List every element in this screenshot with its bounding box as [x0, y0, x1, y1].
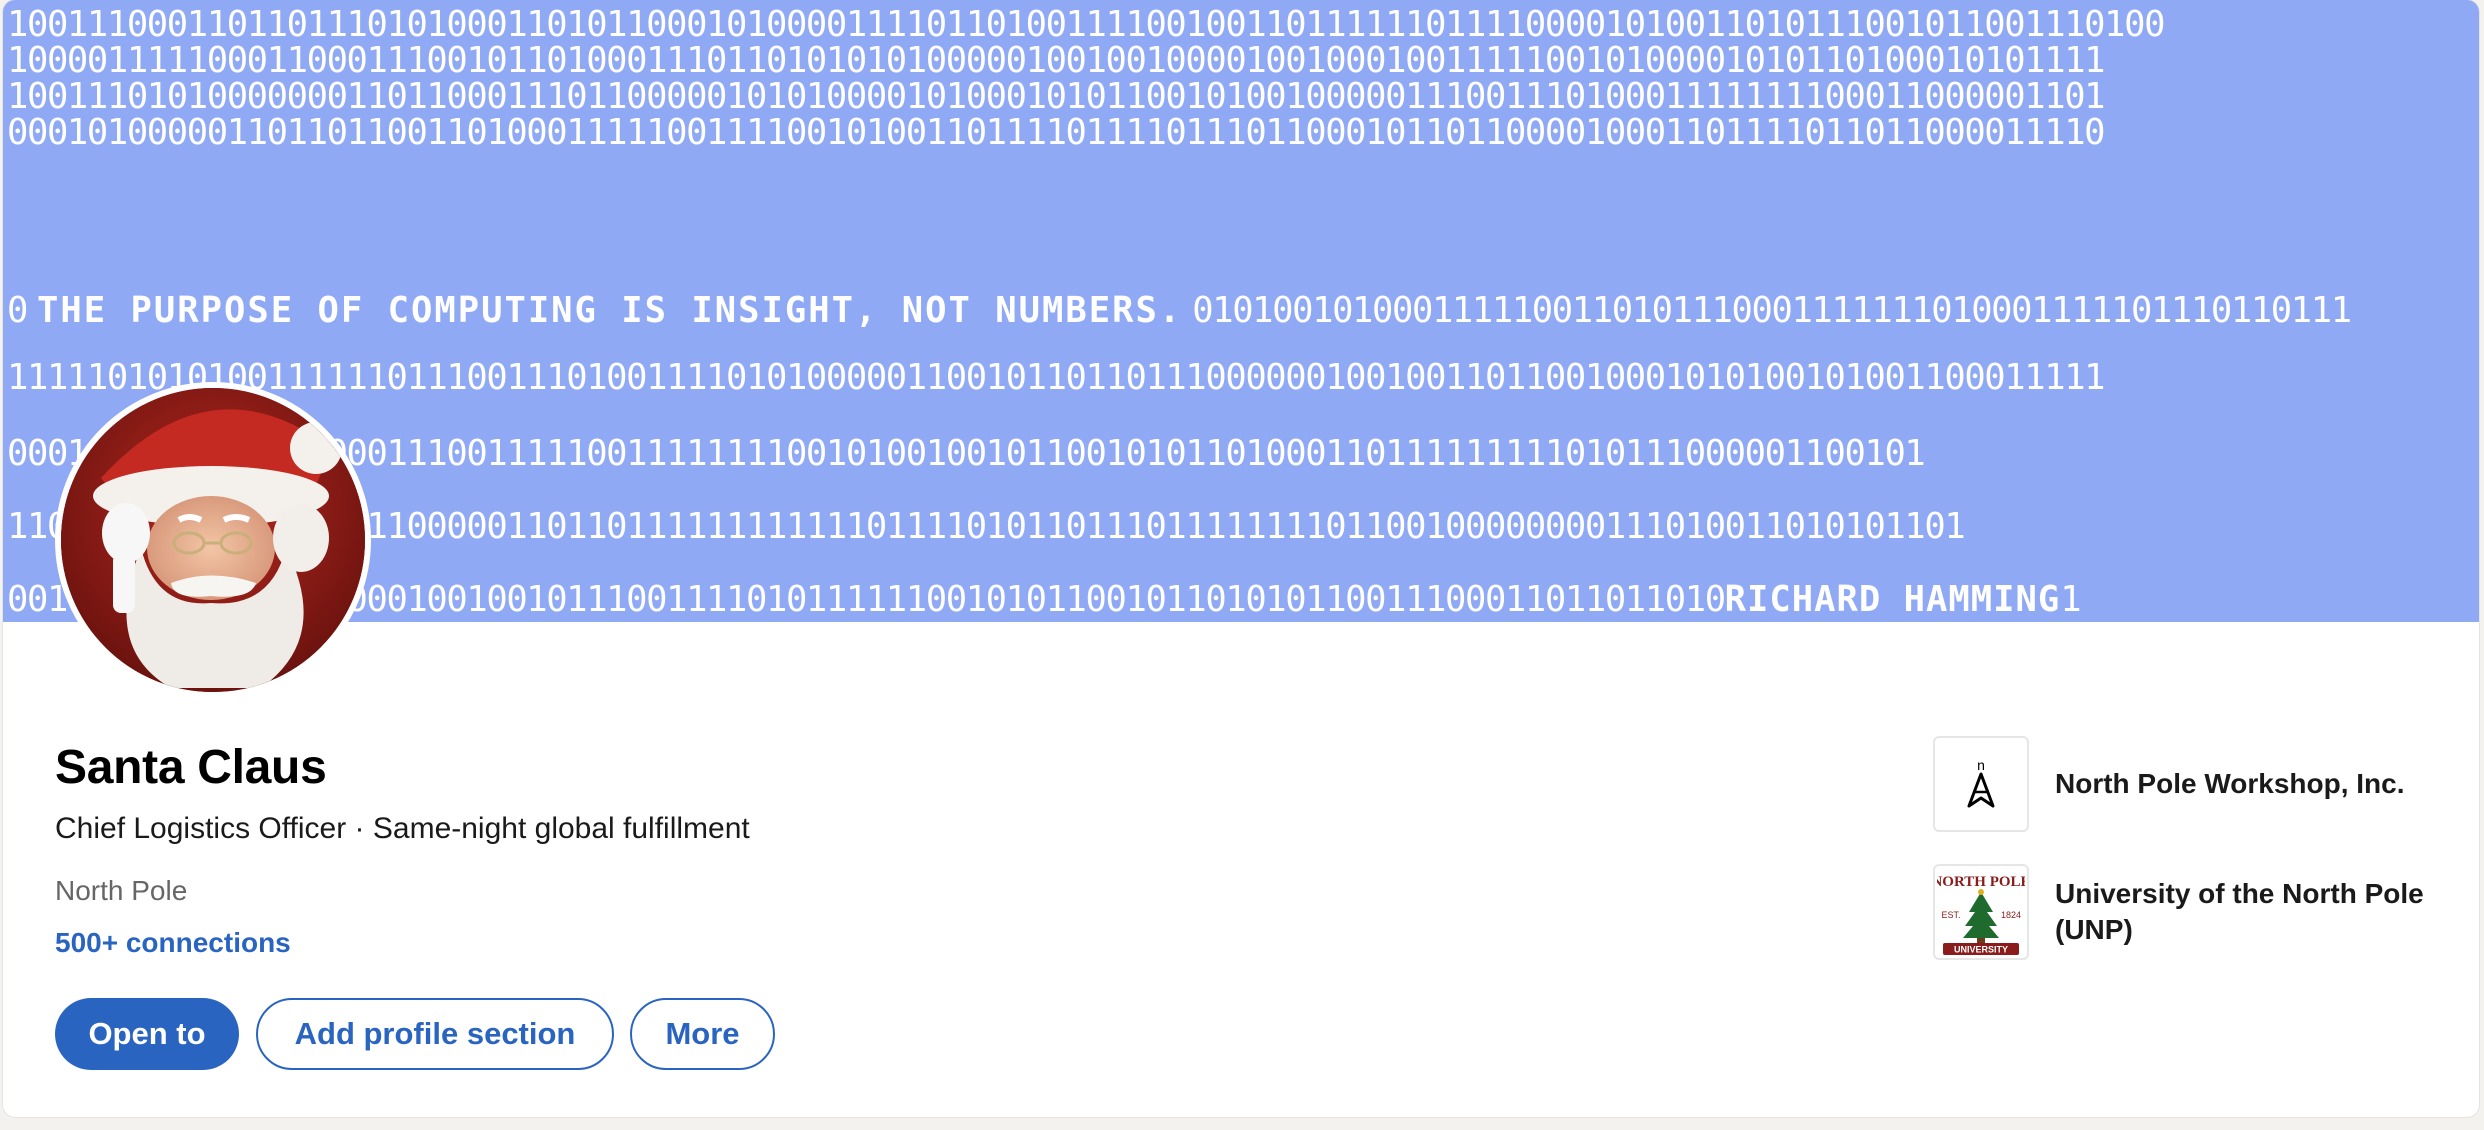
company-logo: n: [1933, 736, 2029, 832]
profile-avatar[interactable]: [55, 382, 371, 698]
profile-name: Santa Claus: [55, 741, 327, 794]
svg-text:1824: 1824: [2001, 910, 2021, 920]
current-company[interactable]: n North Pole Workshop, Inc.: [1933, 736, 2455, 832]
company-name: North Pole Workshop, Inc.: [2055, 768, 2405, 799]
education[interactable]: NORTH POLE EST. 1824 UNIVERSITY Universi…: [1933, 864, 2455, 960]
profile-location: North Pole: [55, 875, 188, 906]
binary-row: 0001010000011011011001101000111110011110…: [7, 112, 2106, 153]
banner-quote: THE PURPOSE OF COMPUTING IS INSIGHT, NOT…: [36, 290, 1183, 331]
university-name: University of the North Pole (UNP): [2055, 878, 2424, 945]
quote-row: 0 THE PURPOSE OF COMPUTING IS INSIGHT, NO…: [7, 286, 2475, 336]
binary-row: 1111101010100111111011100111010011110101…: [7, 357, 2106, 398]
profile-headline: Chief Logistics Officer · Same-night glo…: [55, 812, 750, 845]
connections-link[interactable]: 500+ connections: [55, 927, 291, 959]
author-row: 0011000101101000000010010010111001111010…: [7, 575, 2475, 622]
svg-text:NORTH POLE: NORTH POLE: [1937, 874, 2025, 890]
svg-text:UNIVERSITY: UNIVERSITY: [1954, 945, 2008, 955]
profile-banner: 1001110001101101110101000110101100010100…: [3, 0, 2479, 622]
more-button[interactable]: More: [630, 998, 775, 1070]
binary-row: 0101001010001111100110101110001111111010…: [1192, 290, 2352, 331]
profile-card: 1001110001101101110101000110101100010100…: [3, 0, 2479, 1117]
binary-row: 0001011000011100000111001111100111111110…: [7, 433, 1926, 474]
banner-author: RICHARD HAMMING: [1724, 579, 2061, 620]
add-profile-section-button[interactable]: Add profile section: [256, 998, 614, 1070]
svg-text:n: n: [1977, 757, 1985, 773]
binary-row: 1100010100001101001100000110110111111111…: [7, 506, 1966, 547]
svg-text:EST.: EST.: [1941, 910, 1960, 920]
binary-suffix: 1: [2060, 579, 2081, 620]
university-logo: NORTH POLE EST. 1824 UNIVERSITY: [1933, 864, 2029, 960]
open-to-button[interactable]: Open to: [55, 998, 239, 1070]
compass-logo-icon: n: [1967, 757, 1995, 808]
avatar-image: [61, 388, 365, 692]
university-crest-icon: NORTH POLE EST. 1824 UNIVERSITY: [1937, 874, 2025, 955]
binary-prefix: 0: [7, 290, 28, 331]
